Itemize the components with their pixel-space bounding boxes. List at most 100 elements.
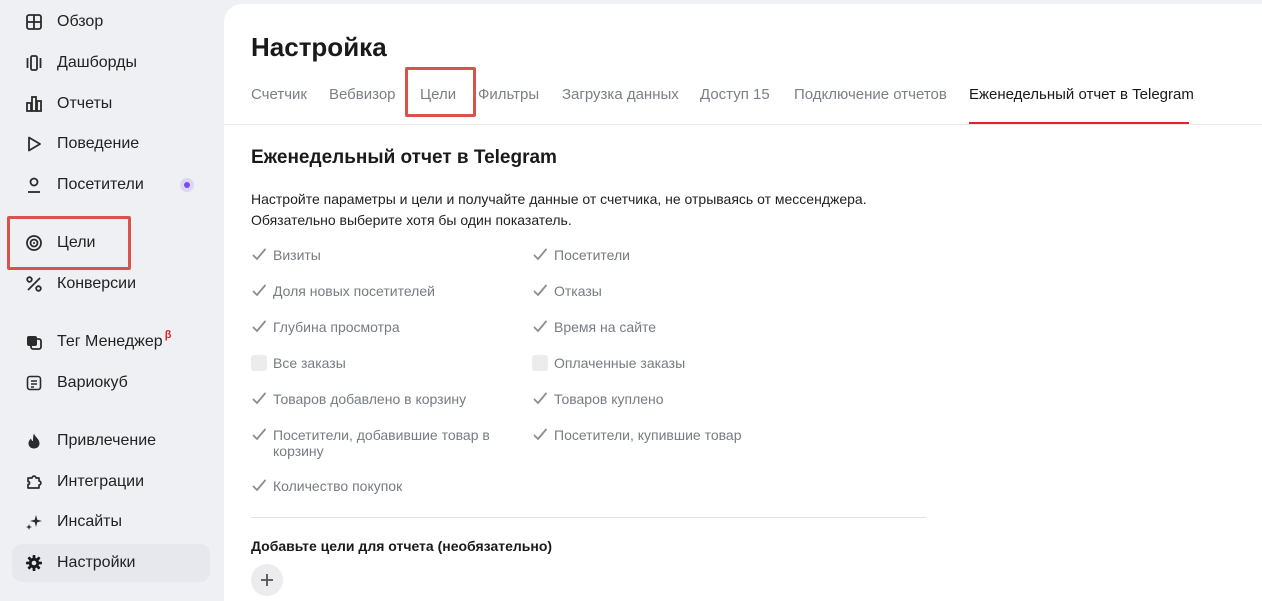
checkmark-icon	[251, 319, 267, 335]
sidebar-item-settings[interactable]: Настройки	[12, 544, 210, 582]
variocube-icon	[22, 371, 46, 395]
sidebar-item-behavior[interactable]: Поведение	[12, 125, 210, 163]
beta-badge: β	[164, 329, 172, 341]
checkbox-label: Время на сайте	[554, 319, 657, 335]
metric-checkbox-new-visitors-share[interactable]: Доля новых посетителей	[251, 283, 513, 299]
checkbox-label: Количество покупок	[273, 478, 403, 494]
sidebar-item-overview[interactable]: Обзор	[12, 3, 210, 41]
sidebar-item-insights[interactable]: Инсайты	[12, 503, 210, 541]
plus-icon	[260, 573, 274, 587]
metric-checkbox-items-bought[interactable]: Товаров куплено	[532, 391, 794, 407]
tabs-divider	[224, 124, 1262, 125]
sidebar-item-reports[interactable]: Отчеты	[12, 85, 210, 123]
tag-manager-icon	[22, 330, 46, 354]
add-goals-title: Добавьте цели для отчета (необязательно)	[251, 538, 553, 554]
page-title: Настройка	[251, 32, 387, 62]
section-description: Настройте параметры и цели и получайте д…	[251, 189, 951, 231]
description-line: Обязательно выберите хотя бы один показа…	[251, 212, 572, 228]
checkbox-label: Посетители	[554, 247, 630, 263]
sidebar-item-label: Интеграции	[57, 473, 145, 490]
checkmark-icon	[532, 283, 548, 299]
tab-webvisor[interactable]: Вебвизор	[329, 86, 396, 103]
metric-checkbox-items-added-to-cart[interactable]: Товаров добавлено в корзину	[251, 391, 513, 407]
play-icon	[22, 132, 46, 156]
sidebar-item-variocube[interactable]: Вариокуб	[12, 364, 210, 402]
section-divider	[251, 517, 926, 518]
dashboards-icon	[22, 51, 46, 75]
puzzle-icon	[22, 470, 46, 494]
checkbox-label: Все заказы	[273, 355, 346, 371]
checkmark-icon	[532, 391, 548, 407]
checkmark-icon	[532, 319, 548, 335]
description-line: Настройте параметры и цели и получайте д…	[251, 191, 867, 207]
sidebar-item-label: Настройки	[57, 554, 136, 571]
checkbox-label: Глубина просмотра	[273, 319, 400, 335]
sidebar-item-label: Инсайты	[57, 513, 122, 530]
checkbox-label: Товаров куплено	[554, 391, 664, 407]
sidebar-item-conversions[interactable]: Конверсии	[12, 265, 210, 303]
sidebar-item-label: Цели	[57, 234, 96, 251]
sidebar-item-label: Отчеты	[57, 95, 113, 112]
tab-filters[interactable]: Фильтры	[478, 86, 539, 103]
checkbox-label: Посетители, добавившие товар в корзину	[273, 427, 490, 459]
grid-icon	[22, 10, 46, 34]
sidebar: Обзор Дашборды Отчеты Поведение Посетите…	[0, 0, 224, 601]
sidebar-item-visitors[interactable]: Посетители	[12, 166, 210, 204]
add-goal-button[interactable]	[251, 564, 283, 596]
tab-data-upload[interactable]: Загрузка данных	[562, 86, 679, 103]
sidebar-item-tag-manager[interactable]: Тег Менеджер β	[12, 323, 210, 361]
checkbox-label: Товаров добавлено в корзину	[273, 391, 467, 407]
checkmark-icon	[251, 427, 267, 443]
metric-checkbox-visitors-added-to-cart[interactable]: Посетители, добавившие товар в корзину	[251, 427, 509, 459]
checkmark-icon	[532, 247, 548, 263]
checkmark-icon	[251, 478, 267, 494]
checkmark-icon	[251, 247, 267, 263]
checkbox-label: Посетители, купившие товар	[554, 427, 742, 443]
sidebar-item-dashboards[interactable]: Дашборды	[12, 44, 210, 82]
sidebar-item-integrations[interactable]: Интеграции	[12, 463, 210, 501]
sidebar-item-goals[interactable]: Цели	[12, 224, 210, 262]
checkbox-empty	[532, 355, 548, 371]
checkmark-icon	[251, 283, 267, 299]
metric-checkbox-purchases-count[interactable]: Количество покупок	[251, 478, 513, 494]
checkbox-label: Визиты	[273, 247, 321, 263]
tab-report-connections[interactable]: Подключение отчетов	[794, 86, 947, 103]
sidebar-item-label: Конверсии	[57, 275, 137, 292]
sidebar-item-label: Тег Менеджер	[57, 333, 163, 350]
checkbox-empty	[251, 355, 267, 371]
sparkle-icon	[22, 510, 46, 534]
sidebar-item-label: Обзор	[57, 13, 104, 30]
checkbox-label: Доля новых посетителей	[273, 283, 435, 299]
sidebar-item-label: Вариокуб	[57, 374, 128, 391]
sidebar-item-label: Привлечение	[57, 432, 157, 449]
notification-dot	[180, 178, 194, 192]
metric-checkbox-visitors[interactable]: Посетители	[532, 247, 794, 263]
checkmark-icon	[532, 427, 548, 443]
metric-checkbox-all-orders[interactable]: Все заказы	[251, 355, 513, 371]
tab-counter[interactable]: Счетчик	[251, 86, 307, 103]
sidebar-item-label: Поведение	[57, 135, 140, 152]
sidebar-item-label: Дашборды	[57, 54, 137, 71]
bar-chart-icon	[22, 92, 46, 116]
metric-checkbox-paid-orders[interactable]: Оплаченные заказы	[532, 355, 794, 371]
section-title: Еженедельный отчет в Telegram	[251, 147, 557, 168]
checkbox-label: Оплаченные заказы	[554, 355, 686, 371]
metric-checkbox-visitors-bought[interactable]: Посетители, купившие товар	[532, 427, 794, 443]
target-icon	[22, 231, 46, 255]
main-panel: Настройка Счетчик Вебвизор Цели Фильтры …	[224, 4, 1262, 601]
metric-checkbox-page-depth[interactable]: Глубина просмотра	[251, 319, 513, 335]
fire-icon	[22, 429, 46, 453]
checkmark-icon	[251, 391, 267, 407]
metric-checkbox-bounces[interactable]: Отказы	[532, 283, 794, 299]
gear-icon	[22, 551, 46, 575]
tab-telegram-report[interactable]: Еженедельный отчет в Telegram	[969, 86, 1194, 103]
tab-access[interactable]: Доступ 15	[700, 86, 770, 103]
settings-tabs: Счетчик Вебвизор Цели Фильтры Загрузка д…	[251, 80, 1262, 124]
metric-checkbox-time-on-site[interactable]: Время на сайте	[532, 319, 794, 335]
sidebar-item-acquisition[interactable]: Привлечение	[12, 422, 210, 460]
checkbox-label: Отказы	[554, 283, 602, 299]
user-icon	[22, 173, 46, 197]
sidebar-item-label: Посетители	[57, 176, 144, 193]
tab-goals[interactable]: Цели	[420, 86, 456, 103]
metric-checkbox-visits[interactable]: Визиты	[251, 247, 513, 263]
